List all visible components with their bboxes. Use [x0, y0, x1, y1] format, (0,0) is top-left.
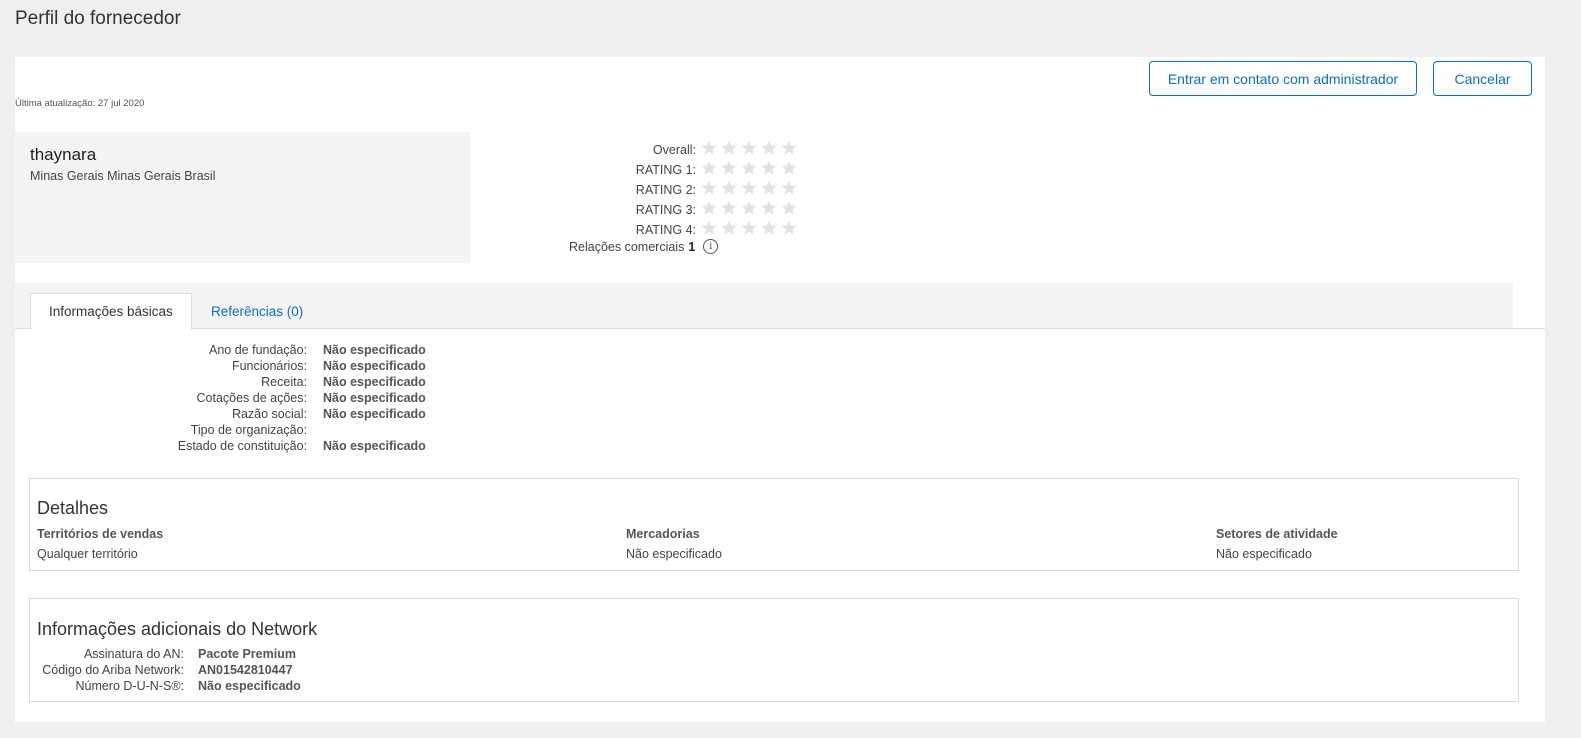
- rating-stars: [700, 159, 798, 177]
- star-icon: [741, 180, 757, 195]
- star-icon: [781, 180, 797, 195]
- rating-label: RATING 2:: [635, 183, 696, 197]
- network-info-section: Informações adicionais do Network Assina…: [29, 598, 1519, 702]
- rating-label: RATING 1:: [635, 163, 696, 177]
- relations-label: Relações comerciais: [569, 239, 685, 254]
- star-icon: [721, 160, 737, 175]
- star-icon: [741, 220, 757, 235]
- column-header: Setores de atividade: [1216, 527, 1338, 541]
- star-icon: [701, 160, 717, 175]
- rating-stars: [700, 199, 798, 217]
- field-value: Não especificado: [323, 375, 426, 389]
- field-value: Pacote Premium: [198, 647, 296, 661]
- details-title: Detalhes: [37, 498, 109, 518]
- field-label: Receita:: [261, 375, 307, 389]
- field-label: Assinatura do AN:: [83, 647, 184, 661]
- details-section: Detalhes Territórios de vendas Qualquer …: [29, 478, 1519, 571]
- tab-divider: [15, 328, 1545, 329]
- details-column-commodities: Mercadorias Não especificado: [626, 527, 722, 561]
- business-relations: Relações comerciais 1 i: [569, 239, 719, 254]
- star-icon: [701, 220, 717, 235]
- star-icon: [721, 220, 737, 235]
- column-value: Qualquer território: [37, 547, 138, 561]
- field-label: Código do Ariba Network:: [42, 663, 184, 677]
- rating-stars: [700, 179, 798, 197]
- column-header: Territórios de vendas: [37, 527, 164, 541]
- field-label: Tipo de organização:: [190, 423, 307, 437]
- rating-stars: [700, 139, 798, 157]
- tab-references[interactable]: Referências (0): [193, 293, 321, 329]
- star-icon: [701, 140, 717, 155]
- field-label: Ano de fundação:: [209, 343, 307, 357]
- field-value: Não especificado: [323, 343, 426, 357]
- last-updated: Última atualização: 27 jul 2020: [15, 98, 145, 109]
- star-icon: [761, 200, 777, 215]
- star-icon: [781, 160, 797, 175]
- column-value: Não especificado: [1216, 547, 1312, 561]
- field-label: Estado de constituição:: [177, 439, 307, 453]
- field-value: AN01542810447: [198, 663, 293, 677]
- star-icon: [721, 180, 737, 195]
- details-column-industries: Setores de atividade Não especificado: [1216, 527, 1338, 561]
- field-value: Não especificado: [198, 679, 301, 693]
- cancel-button[interactable]: Cancelar: [1433, 61, 1532, 96]
- column-header: Mercadorias: [626, 527, 700, 541]
- rating-stars: [700, 219, 798, 237]
- field-label: Número D-U-N-S®:: [75, 679, 184, 693]
- relations-count: 1: [688, 239, 696, 254]
- star-icon: [701, 200, 717, 215]
- supplier-profile-panel: Última atualização: 27 jul 2020 Entrar e…: [15, 57, 1545, 722]
- details-column-territories: Territórios de vendas Qualquer territóri…: [37, 527, 163, 561]
- star-icon: [781, 200, 797, 215]
- star-icon: [721, 200, 737, 215]
- field-label: Razão social:: [231, 407, 307, 421]
- star-icon: [761, 140, 777, 155]
- tab-basic-info[interactable]: Informações básicas: [30, 293, 192, 330]
- column-value: Não especificado: [626, 547, 722, 561]
- page-title: Perfil do fornecedor: [15, 8, 181, 29]
- star-icon: [741, 140, 757, 155]
- contact-admin-button[interactable]: Entrar em contato com administrador: [1149, 61, 1417, 96]
- star-icon: [761, 180, 777, 195]
- field-value: Não especificado: [323, 407, 426, 421]
- star-icon: [741, 200, 757, 215]
- star-icon: [721, 140, 737, 155]
- star-icon: [741, 160, 757, 175]
- field-value: Não especificado: [323, 391, 426, 405]
- info-icon[interactable]: i: [703, 239, 719, 254]
- star-icon: [781, 140, 797, 155]
- star-icon: [701, 180, 717, 195]
- rating-label: Overall:: [652, 143, 696, 157]
- star-icon: [761, 220, 777, 235]
- star-icon: [781, 220, 797, 235]
- field-value: Não especificado: [323, 359, 426, 373]
- field-value: Não especificado: [323, 439, 426, 453]
- supplier-name: thaynara: [30, 145, 97, 164]
- field-label: Cotações de ações:: [196, 391, 308, 405]
- rating-label: RATING 3:: [635, 203, 696, 217]
- network-title: Informações adicionais do Network: [37, 619, 318, 639]
- supplier-card: thaynara Minas Gerais Minas Gerais Brasi…: [15, 132, 470, 263]
- rating-label: RATING 4:: [635, 223, 696, 237]
- tab-bar: Informações básicas Referências (0): [15, 283, 1513, 330]
- supplier-location: Minas Gerais Minas Gerais Brasil: [30, 169, 216, 183]
- field-label: Funcionários:: [231, 359, 307, 373]
- star-icon: [761, 160, 777, 175]
